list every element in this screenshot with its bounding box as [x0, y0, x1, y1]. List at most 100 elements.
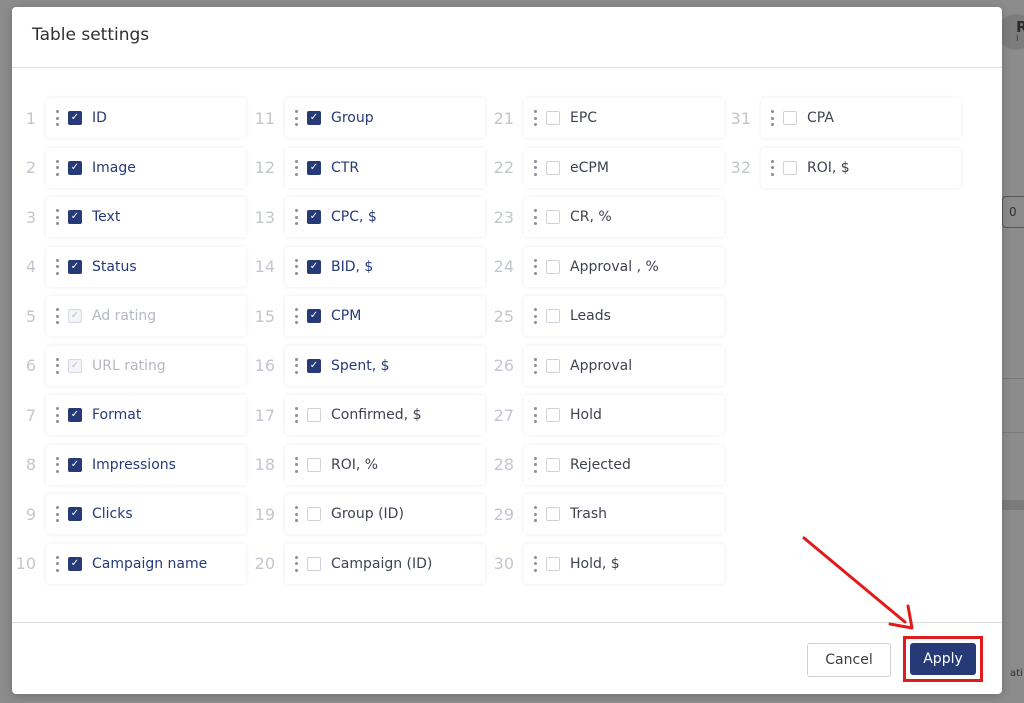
- drag-handle-icon[interactable]: [532, 209, 538, 225]
- column-checkbox[interactable]: ✓: [68, 111, 82, 125]
- row-number: 18: [254, 455, 275, 474]
- column-checkbox[interactable]: [546, 408, 560, 422]
- row-number: 2: [25, 158, 36, 177]
- column-checkbox[interactable]: ✓: [307, 111, 321, 125]
- drag-handle-icon[interactable]: [293, 407, 299, 423]
- drag-handle-icon[interactable]: [293, 357, 299, 374]
- drag-handle-icon[interactable]: [532, 357, 538, 374]
- column-label: Ad rating: [92, 308, 157, 324]
- column-checkbox[interactable]: [546, 259, 560, 274]
- drag-handle-icon[interactable]: [293, 209, 299, 225]
- drag-handle-icon[interactable]: [54, 357, 60, 374]
- column-checkbox[interactable]: ✓: [68, 160, 82, 175]
- row-number: 17: [254, 405, 275, 425]
- column-label: Spent, $: [331, 357, 390, 374]
- drag-handle-icon[interactable]: [293, 456, 299, 473]
- cancel-button[interactable]: Cancel: [807, 643, 891, 677]
- column-setting-row: 3 ✓ Text: [14, 197, 252, 237]
- column-checkbox[interactable]: [546, 111, 560, 125]
- column-checkbox[interactable]: [546, 210, 560, 224]
- column-checkbox[interactable]: [307, 408, 321, 422]
- column-checkbox[interactable]: [307, 556, 321, 571]
- check-icon: ✓: [70, 112, 80, 123]
- drag-handle-icon[interactable]: [769, 159, 775, 176]
- drag-handle-icon[interactable]: [293, 258, 299, 275]
- column-checkbox[interactable]: [307, 457, 321, 472]
- drag-handle-icon[interactable]: [532, 110, 538, 126]
- row-number: 31: [730, 108, 751, 128]
- column-setting-row: 27 Hold: [492, 395, 730, 435]
- column-checkbox[interactable]: [546, 457, 560, 472]
- drag-handle-icon[interactable]: [532, 555, 538, 572]
- column-checkbox[interactable]: [546, 556, 560, 571]
- column-label: Hold, $: [570, 555, 620, 572]
- column-checkbox[interactable]: ✓: [68, 556, 82, 571]
- drag-handle-icon[interactable]: [293, 308, 299, 324]
- drag-handle-icon[interactable]: [293, 159, 299, 176]
- drag-handle-icon[interactable]: [532, 506, 538, 522]
- drag-handle-icon[interactable]: [532, 258, 538, 275]
- column-setting-row: 11 ✓ Group: [253, 98, 491, 138]
- drag-handle-icon[interactable]: [293, 555, 299, 572]
- drag-handle-icon[interactable]: [293, 110, 299, 126]
- drag-handle-icon[interactable]: [532, 159, 538, 176]
- drag-handle-icon[interactable]: [532, 308, 538, 324]
- column-checkbox[interactable]: ✓: [307, 259, 321, 274]
- modal-header: Table settings: [12, 7, 1002, 68]
- column-checkbox[interactable]: [546, 309, 560, 323]
- column-label: CPA: [807, 110, 834, 126]
- column-checkbox[interactable]: [307, 507, 321, 521]
- row-number: 4: [25, 257, 36, 276]
- drag-handle-icon[interactable]: [54, 110, 60, 126]
- column-checkbox[interactable]: ✓: [68, 507, 82, 521]
- column-checkbox[interactable]: ✓: [68, 408, 82, 422]
- apply-button[interactable]: Apply: [910, 643, 976, 675]
- column-label: Group: [331, 110, 374, 126]
- check-icon: ✓: [309, 112, 319, 123]
- column-checkbox[interactable]: ✓: [68, 457, 82, 472]
- column-checkbox[interactable]: ✓: [307, 160, 321, 175]
- column-checkbox[interactable]: [546, 507, 560, 521]
- row-number: 15: [254, 306, 275, 326]
- row-number: 8: [25, 455, 36, 474]
- row-number: 16: [254, 356, 275, 375]
- drag-handle-icon[interactable]: [54, 407, 60, 423]
- column-label: Leads: [570, 308, 611, 324]
- modal-body: 1 ✓ ID 2 ✓ Image 3 ✓ Text 4 ✓ Status 5 ✓ Ad rating 6 ✓ UR…: [12, 68, 1002, 622]
- column-setting-card: ROI, $: [761, 147, 961, 188]
- check-icon: ✓: [70, 508, 80, 519]
- column-setting-row: 28 Rejected: [492, 444, 730, 485]
- column-checkbox[interactable]: ✓: [307, 210, 321, 224]
- column-checkbox[interactable]: [546, 160, 560, 175]
- column-checkbox[interactable]: ✓: [307, 309, 321, 323]
- drag-handle-icon[interactable]: [54, 159, 60, 176]
- apply-highlight-box: Apply: [903, 636, 983, 682]
- column-checkbox[interactable]: ✓: [68, 259, 82, 274]
- drag-handle-icon[interactable]: [54, 456, 60, 473]
- drag-handle-icon[interactable]: [769, 110, 775, 126]
- column-checkbox[interactable]: [783, 160, 797, 175]
- drag-handle-icon[interactable]: [532, 407, 538, 423]
- drag-handle-icon[interactable]: [532, 456, 538, 473]
- column-setting-card: Campaign (ID): [285, 543, 485, 584]
- column-setting-row: 13 ✓ CPC, $: [253, 197, 491, 237]
- drag-handle-icon[interactable]: [293, 506, 299, 522]
- drag-handle-icon[interactable]: [54, 258, 60, 275]
- row-number: 11: [254, 108, 275, 128]
- divider: [1002, 432, 1024, 433]
- column-checkbox[interactable]: [783, 111, 797, 125]
- row-number: 10: [15, 554, 36, 573]
- column-checkbox[interactable]: ✓: [68, 210, 82, 224]
- column-label: Status: [92, 258, 137, 275]
- column-checkbox[interactable]: [546, 358, 560, 373]
- column-setting-card: ✓ Campaign name: [46, 543, 246, 584]
- drag-handle-icon[interactable]: [54, 209, 60, 225]
- column-checkbox[interactable]: ✓: [307, 358, 321, 373]
- drag-handle-icon[interactable]: [54, 555, 60, 572]
- drag-handle-icon[interactable]: [54, 308, 60, 324]
- column-setting-card: Hold: [524, 395, 724, 435]
- column-label: Rejected: [570, 456, 631, 473]
- drag-handle-icon[interactable]: [54, 506, 60, 522]
- column-label: Image: [92, 159, 136, 176]
- column-setting-card: Approval , %: [524, 246, 724, 287]
